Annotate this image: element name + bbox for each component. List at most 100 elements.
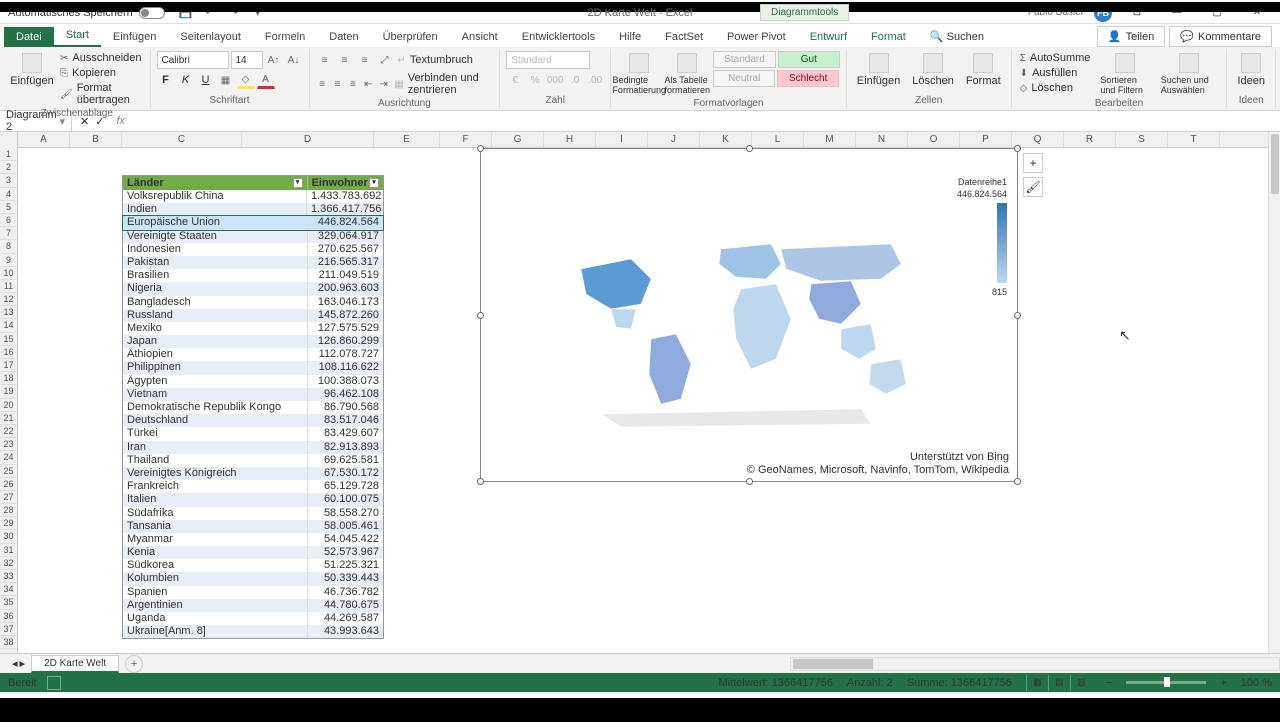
table-row[interactable]: Uganda44.269.587	[123, 612, 383, 625]
indent-dec-icon[interactable]: ⇤	[362, 75, 375, 93]
col-header[interactable]: N	[856, 132, 908, 147]
country-cell[interactable]: Vereinigtes Königreich	[123, 467, 308, 480]
country-cell[interactable]: Uganda	[123, 612, 308, 625]
row-header[interactable]: 8	[0, 240, 17, 253]
population-cell[interactable]: 1.366.417.756	[307, 203, 383, 216]
country-cell[interactable]: Südkorea	[123, 559, 308, 572]
table-row[interactable]: Äthiopien112.078.727	[123, 348, 383, 361]
col-header[interactable]: M	[804, 132, 856, 147]
col-header[interactable]: T	[1168, 132, 1220, 147]
tab-ansicht[interactable]: Ansicht	[450, 27, 510, 47]
row-header[interactable]: 33	[0, 570, 17, 583]
align-left-icon[interactable]: ≡	[316, 75, 329, 93]
view-page-layout-icon[interactable]: ▤	[1048, 675, 1070, 691]
tab-start[interactable]: Start	[54, 25, 101, 47]
horizontal-scrollbar[interactable]	[790, 657, 1280, 671]
table-row[interactable]: Argentinien44.780.675	[123, 599, 383, 612]
col-header[interactable]: I	[596, 132, 648, 147]
row-header[interactable]: 37	[0, 623, 17, 636]
data-table[interactable]: Länder▾ Einwohner▾ Volksrepublik China1.…	[122, 175, 384, 639]
row-header[interactable]: 34	[0, 583, 17, 596]
row-header[interactable]: 20	[0, 399, 17, 412]
country-cell[interactable]: Russland	[123, 309, 308, 322]
col-header[interactable]: H	[544, 132, 596, 147]
row-header[interactable]: 38	[0, 636, 17, 649]
country-cell[interactable]: Iran	[123, 441, 308, 454]
population-cell[interactable]: 65.129.728	[308, 480, 383, 493]
row-header[interactable]: 14	[0, 319, 17, 332]
country-cell[interactable]: Japan	[123, 335, 308, 348]
population-cell[interactable]: 44.269.587	[308, 612, 383, 625]
country-cell[interactable]: Ukraine[Anm. 8]	[123, 625, 308, 638]
country-cell[interactable]: Indien	[123, 203, 307, 216]
bold-button[interactable]: F	[157, 71, 175, 89]
format-painter-button[interactable]: 🖌 Format übertragen	[58, 81, 144, 107]
table-row[interactable]: Pakistan216.565.317	[123, 256, 383, 269]
style-standard[interactable]: Standard	[713, 51, 776, 68]
population-cell[interactable]: 270.625.567	[308, 243, 383, 256]
row-header[interactable]: 7	[0, 227, 17, 240]
country-cell[interactable]: Europäische Union	[123, 216, 308, 229]
country-cell[interactable]: Demokratische Republik Kongo	[123, 401, 308, 414]
row-header[interactable]: 36	[0, 610, 17, 623]
col-header[interactable]: P	[960, 132, 1012, 147]
toggle-switch[interactable]	[139, 7, 165, 19]
macro-record-icon[interactable]	[47, 676, 61, 690]
copy-button[interactable]: ⎘ Kopieren	[58, 66, 144, 80]
country-cell[interactable]: Philippinen	[123, 361, 308, 374]
country-cell[interactable]: Vietnam	[123, 388, 308, 401]
increase-font-icon[interactable]: A↑	[265, 51, 283, 69]
country-cell[interactable]: Frankreich	[123, 480, 308, 493]
align-center-icon[interactable]: ≡	[331, 75, 344, 93]
view-normal-icon[interactable]: ▦	[1026, 675, 1048, 691]
population-cell[interactable]: 126.860.299	[308, 335, 383, 348]
row-header[interactable]: 35	[0, 596, 17, 609]
style-gut[interactable]: Gut	[778, 51, 840, 68]
row-header[interactable]: 1	[0, 148, 17, 161]
population-cell[interactable]: 43.993.643	[308, 625, 383, 638]
country-cell[interactable]: Ägypten	[123, 375, 308, 388]
zoom-out-icon[interactable]: −	[1106, 677, 1112, 689]
country-cell[interactable]: Südafrika	[123, 507, 308, 520]
table-row[interactable]: Deutschland83.517.046	[123, 414, 383, 427]
wrap-text-button[interactable]: ↵ Textumbruch	[396, 53, 475, 67]
zoom-slider[interactable]	[1126, 681, 1206, 684]
cut-button[interactable]: ✂ Ausschneiden	[58, 51, 144, 65]
find-select-button[interactable]: Suchen und Auswählen	[1157, 51, 1221, 97]
view-page-break-icon[interactable]: ▥	[1070, 675, 1092, 691]
tab-formeln[interactable]: Formeln	[253, 27, 317, 47]
row-header[interactable]: 10	[0, 267, 17, 280]
country-cell[interactable]: Argentinien	[123, 599, 308, 612]
add-sheet-button[interactable]: +	[125, 655, 143, 673]
population-cell[interactable]: 96.462.108	[308, 388, 383, 401]
col-header[interactable]: R	[1064, 132, 1116, 147]
font-color-button[interactable]: A	[257, 71, 275, 89]
population-cell[interactable]: 108.116.622	[308, 361, 383, 374]
table-row[interactable]: Indonesien270.625.567	[123, 243, 383, 256]
country-cell[interactable]: Kenia	[123, 546, 308, 559]
fill-button[interactable]: ⬇ Ausfüllen	[1018, 66, 1093, 80]
table-row[interactable]: Vereinigtes Königreich67.530.172	[123, 467, 383, 480]
col-header[interactable]: O	[908, 132, 960, 147]
decrease-font-icon[interactable]: A↓	[285, 51, 303, 69]
map-chart[interactable]: + 🖌 Datenreihe1 446.824.564 815	[480, 148, 1018, 482]
underline-button[interactable]: U	[197, 71, 215, 89]
row-header[interactable]: 32	[0, 557, 17, 570]
conditional-formatting-button[interactable]: Bedingte Formatierung	[617, 51, 661, 97]
table-row[interactable]: Frankreich65.129.728	[123, 480, 383, 493]
country-cell[interactable]: Indonesien	[123, 243, 308, 256]
table-row[interactable]: Vereinigte Staaten329.064.917	[123, 230, 383, 243]
orientation-icon[interactable]: ⤢	[376, 51, 394, 69]
table-row[interactable]: Russland145.872.260	[123, 309, 383, 322]
country-cell[interactable]: Brasilien	[123, 269, 308, 282]
insert-cells-button[interactable]: Einfügen	[853, 51, 904, 89]
merge-button[interactable]: ▦ Verbinden und zentrieren	[392, 71, 493, 97]
ideas-button[interactable]: Ideen	[1233, 51, 1269, 89]
table-row[interactable]: Philippinen108.116.622	[123, 361, 383, 374]
population-cell[interactable]: 46.736.782	[308, 586, 383, 599]
tab-einfuegen[interactable]: Einfügen	[101, 27, 168, 47]
col-header[interactable]: D	[242, 132, 374, 147]
population-cell[interactable]: 211.049.519	[308, 269, 383, 282]
col-header[interactable]: C	[122, 132, 242, 147]
population-cell[interactable]: 67.530.172	[308, 467, 383, 480]
